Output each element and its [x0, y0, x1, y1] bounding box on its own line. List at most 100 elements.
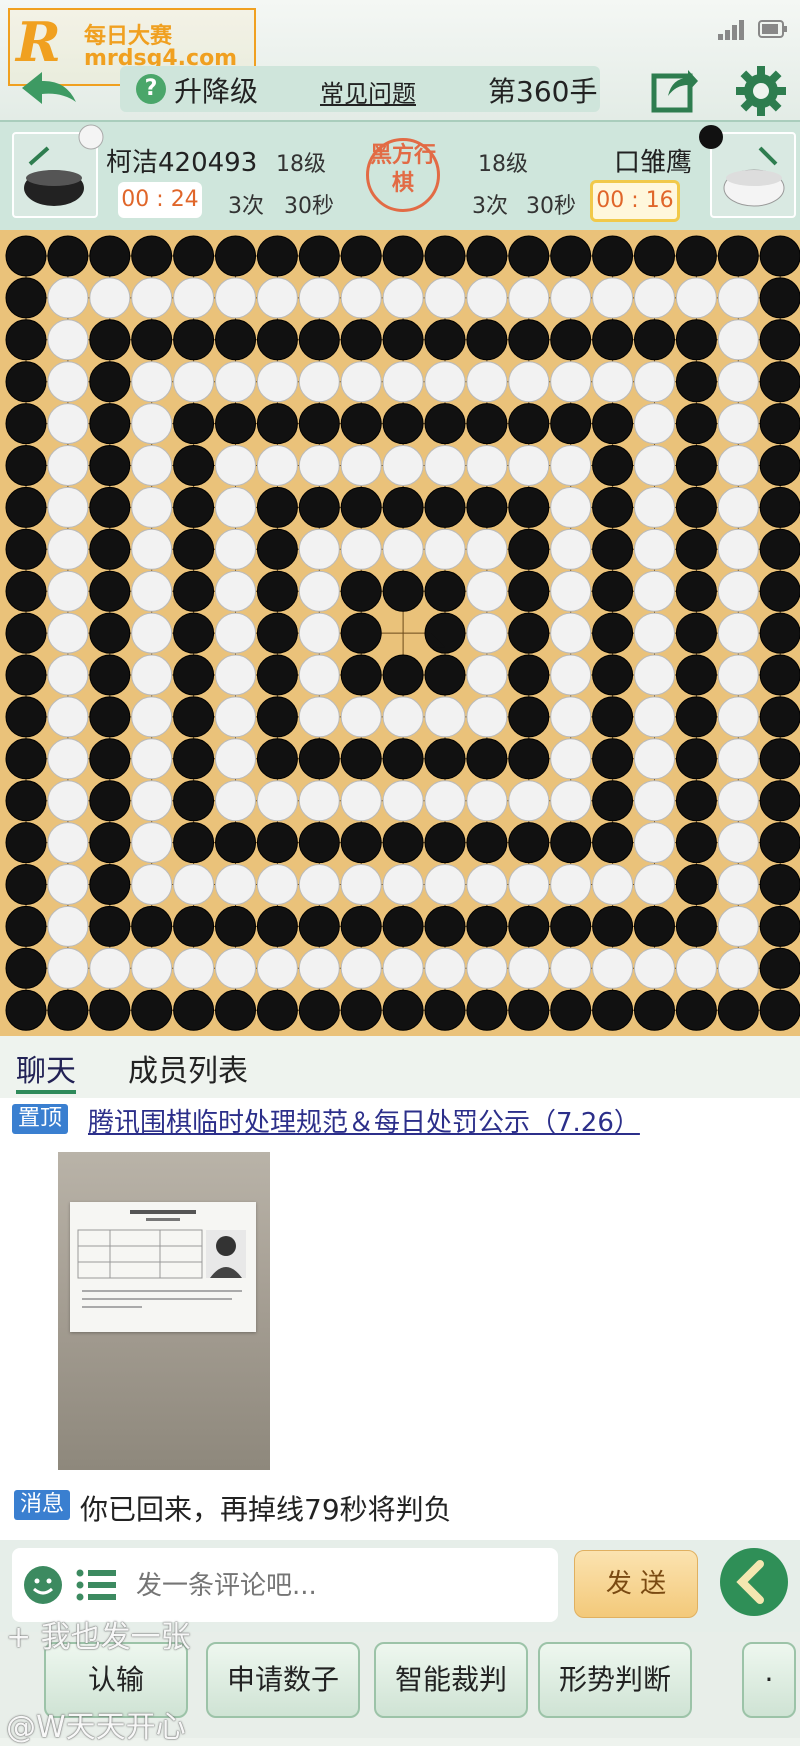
black-stone: [298, 738, 340, 780]
ai-judge-button[interactable]: 智能裁判: [374, 1642, 528, 1718]
black-stone: [759, 403, 800, 445]
white-stone: [131, 486, 173, 528]
white-stone: [634, 486, 675, 528]
black-stone: [89, 235, 131, 277]
black-stone: [89, 612, 131, 654]
tab-chat[interactable]: 聊天: [16, 1046, 76, 1090]
black-stone: [466, 989, 508, 1031]
white-stone: [298, 947, 340, 989]
position-analysis-button[interactable]: 形势判断: [538, 1642, 692, 1718]
white-stone: [717, 403, 759, 445]
black-stone: [675, 445, 717, 486]
white-stone: [550, 528, 592, 570]
count-request-button[interactable]: 申请数子: [206, 1642, 360, 1718]
black-stone: [89, 989, 131, 1031]
white-stone: [256, 864, 298, 905]
white-stone: [717, 445, 759, 486]
black-stone: [5, 277, 47, 319]
white-stone: [382, 445, 424, 486]
white-stone: [47, 696, 89, 738]
board-grid[interactable]: [0, 230, 800, 1036]
white-stone: [675, 947, 717, 989]
black-stone: [215, 235, 256, 277]
black-stone: [382, 570, 424, 612]
black-stone: [298, 403, 340, 445]
black-stone: [173, 989, 215, 1031]
white-stone: [215, 277, 256, 319]
black-stone: [173, 780, 215, 822]
white-stone: [215, 486, 256, 528]
white-stone: [382, 277, 424, 319]
black-stone: [298, 319, 340, 361]
white-stone: [131, 570, 173, 612]
pinned-notice-link[interactable]: 腾讯围棋临时处理规范＆每日处罚公示（7.26）: [88, 1102, 640, 1139]
black-stone: [592, 235, 634, 277]
white-stone: [592, 947, 634, 989]
white-stone: [717, 486, 759, 528]
black-stone: [89, 486, 131, 528]
faq-link[interactable]: 常见问题: [320, 74, 416, 109]
share-icon[interactable]: [650, 66, 700, 114]
black-stone: [550, 822, 592, 864]
tab-members[interactable]: 成员列表: [128, 1046, 248, 1090]
white-stone: [340, 445, 382, 486]
black-stone: [675, 989, 717, 1031]
go-board[interactable]: [0, 230, 800, 1036]
white-stone: [215, 445, 256, 486]
black-stone: [382, 403, 424, 445]
black-stone: [550, 403, 592, 445]
white-stone: [131, 403, 173, 445]
white-stone: [382, 947, 424, 989]
white-stone: [382, 361, 424, 403]
white-stone: [298, 277, 340, 319]
white-stone: [47, 445, 89, 486]
black-stone: [466, 738, 508, 780]
black-stone: [173, 570, 215, 612]
list-icon[interactable]: [76, 1568, 116, 1602]
gear-icon[interactable]: [734, 64, 788, 118]
black-stone: [5, 235, 47, 277]
black-stone: [89, 780, 131, 822]
tab-bar: [0, 1036, 800, 1099]
white-stone: [424, 277, 466, 319]
send-button[interactable]: 发 送: [574, 1550, 698, 1618]
black-stone: [424, 738, 466, 780]
white-stone: [550, 696, 592, 738]
black-stone: [592, 403, 634, 445]
black-stone: [340, 905, 382, 947]
black-stone: [298, 905, 340, 947]
black-stone: [675, 570, 717, 612]
comment-input[interactable]: [134, 1556, 552, 1616]
black-stone: [424, 654, 466, 696]
white-stone: [466, 612, 508, 654]
black-stone: [173, 403, 215, 445]
white-stone: [508, 277, 550, 319]
white-stone: [424, 528, 466, 570]
battery-icon: [758, 20, 787, 38]
white-stone: [382, 528, 424, 570]
video-overlay-comment: + 我也发一张: [6, 1620, 191, 1655]
black-stone: [592, 905, 634, 947]
black-stone: [89, 570, 131, 612]
collapse-arrow-icon[interactable]: [720, 1548, 788, 1616]
white-stone: [47, 822, 89, 864]
white-stone: [717, 361, 759, 403]
black-stone: [466, 235, 508, 277]
emoji-icon[interactable]: [24, 1566, 62, 1604]
white-stone: [634, 445, 675, 486]
black-stone: [5, 528, 47, 570]
level-rank-link[interactable]: 升降级: [174, 70, 258, 110]
help-icon[interactable]: ?: [136, 74, 166, 104]
black-stone: [5, 361, 47, 403]
video-overlay-user: @W天天开心: [6, 1710, 186, 1745]
white-stone: [298, 696, 340, 738]
left-player-seconds: 30秒: [284, 194, 334, 219]
white-stone: [592, 361, 634, 403]
white-stone: [466, 864, 508, 905]
white-stone: [215, 361, 256, 403]
more-button[interactable]: ·: [742, 1642, 796, 1718]
white-stone: [47, 738, 89, 780]
back-arrow-icon[interactable]: [18, 64, 80, 110]
tab-active-indicator: [16, 1090, 76, 1094]
black-stone: [5, 905, 47, 947]
